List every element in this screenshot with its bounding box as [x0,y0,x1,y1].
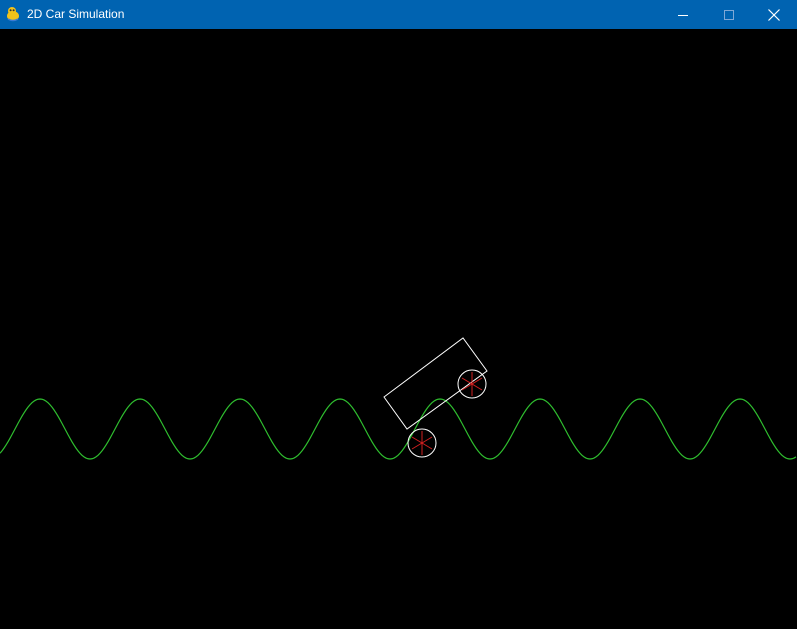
maximize-icon [724,9,734,20]
simulation-canvas[interactable] [0,29,797,629]
close-button[interactable] [751,0,797,29]
pygame-snake-icon [7,7,19,22]
title-bar[interactable]: 2D Car Simulation [0,0,797,29]
window-title: 2D Car Simulation [27,7,125,21]
app-window: 2D Car Simulation [0,0,797,629]
minimize-button[interactable] [660,0,706,29]
rear-wheel [407,428,437,458]
front-wheel [457,369,487,399]
close-icon [768,8,780,21]
rear-wheel-spokes [411,431,433,455]
minimize-icon [678,14,688,16]
maximize-button[interactable] [706,0,752,29]
front-wheel-spokes [461,372,483,396]
terrain-sine-wave [0,398,797,460]
